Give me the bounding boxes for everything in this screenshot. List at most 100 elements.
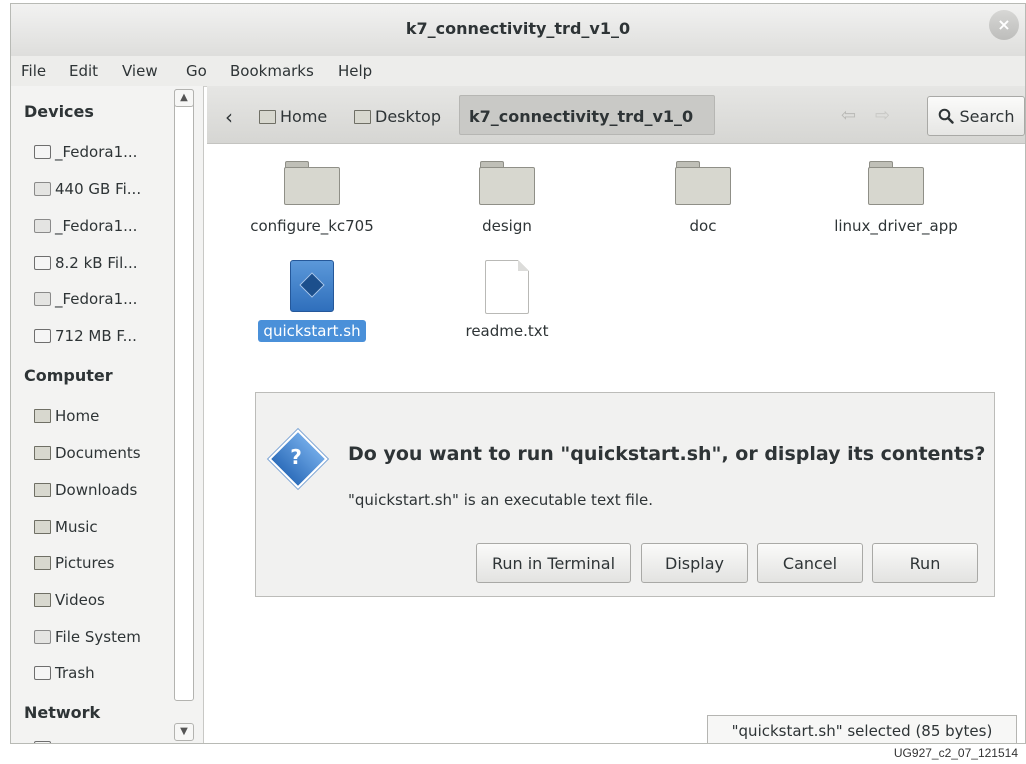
sidebar-item-label: Home: [55, 407, 100, 425]
run-or-display-dialog: ? Do you want to run "quickstart.sh", or…: [255, 392, 995, 597]
sidebar-item-label: _Fedora1...: [55, 290, 138, 308]
sidebar-item-label: Pictures: [55, 554, 115, 572]
menu-help[interactable]: Help: [338, 62, 372, 80]
sidebar-item-videos[interactable]: Videos: [34, 586, 105, 614]
run-in-terminal-button[interactable]: Run in Terminal: [476, 543, 631, 583]
back-button[interactable]: ‹: [225, 105, 233, 129]
scroll-down-button[interactable]: ▼: [174, 723, 194, 741]
sidebar-item-label: Music: [55, 518, 98, 536]
breadcrumb-home[interactable]: Home: [259, 107, 327, 126]
network-icon: [34, 741, 51, 743]
drive-icon: [34, 182, 51, 196]
sidebar-scrollbar[interactable]: [174, 89, 194, 701]
folder-icon: [868, 161, 924, 205]
sidebar-item-network[interactable]: [34, 730, 55, 743]
breadcrumb-desktop[interactable]: Desktop: [354, 107, 441, 126]
file-item-quickstart-sh[interactable]: quickstart.sh: [222, 260, 402, 342]
file-item-design[interactable]: design: [417, 161, 597, 237]
history-back-icon[interactable]: ⇦: [841, 105, 856, 126]
home-folder-icon: [259, 109, 276, 124]
menu-view[interactable]: View: [122, 62, 158, 80]
trash-icon: [34, 666, 51, 680]
file-item-doc[interactable]: doc: [613, 161, 793, 237]
display-button[interactable]: Display: [641, 543, 748, 583]
videos-folder-icon: [34, 593, 51, 607]
sidebar-item-label: File System: [55, 628, 141, 646]
downloads-folder-icon: [34, 483, 51, 497]
breadcrumb-label: Desktop: [375, 107, 441, 126]
status-bar: "quickstart.sh" selected (85 bytes): [707, 715, 1017, 743]
sidebar-heading-network: Network: [24, 703, 101, 722]
file-item-configure-kc705[interactable]: configure_kc705: [222, 161, 402, 237]
file-item-readme-txt[interactable]: readme.txt: [417, 260, 597, 342]
sidebar-item-label: 712 MB F...: [55, 327, 137, 345]
menu-bookmarks[interactable]: Bookmarks: [230, 62, 314, 80]
file-system-icon: [34, 630, 51, 644]
drive-icon: [34, 219, 51, 233]
history-forward-icon[interactable]: ⇨: [875, 105, 890, 126]
text-file-icon: [485, 260, 529, 314]
drive-icon: [34, 256, 51, 270]
file-name: doc: [689, 217, 717, 235]
cancel-button[interactable]: Cancel: [757, 543, 863, 583]
folder-icon: [284, 161, 340, 205]
pictures-folder-icon: [34, 556, 51, 570]
documents-folder-icon: [34, 446, 51, 460]
file-name: linux_driver_app: [834, 217, 958, 235]
sidebar-item-label: Downloads: [55, 481, 138, 499]
sidebar-item-home[interactable]: Home: [34, 402, 99, 430]
sidebar-item-label: Trash: [55, 664, 95, 682]
question-mark: ?: [290, 445, 302, 469]
file-name: readme.txt: [465, 322, 549, 340]
sidebar-item-downloads[interactable]: Downloads: [34, 476, 137, 504]
sidebar-item-device[interactable]: 712 MB F...: [34, 322, 137, 350]
script-file-icon: [290, 260, 334, 312]
run-button[interactable]: Run: [872, 543, 978, 583]
sidebar-item-label: 440 GB Fi...: [55, 180, 142, 198]
figure-caption: UG927_c2_07_121514: [893, 746, 1018, 760]
home-folder-icon: [34, 409, 51, 423]
search-label: Search: [959, 106, 1015, 126]
sidebar-item-device[interactable]: 440 GB Fi...: [34, 175, 141, 203]
sidebar-item-label: 8.2 kB Fil...: [55, 254, 138, 272]
desktop-folder-icon: [354, 109, 371, 124]
menu-file[interactable]: File: [21, 62, 46, 80]
menu-go[interactable]: Go: [186, 62, 207, 80]
sidebar-item-label: Documents: [55, 444, 141, 462]
sidebar-item-file-system[interactable]: File System: [34, 623, 141, 651]
file-manager-window: k7_connectivity_trd_v1_0 × File Edit Vie…: [10, 3, 1026, 744]
sidebar-item-device[interactable]: 8.2 kB Fil...: [34, 249, 138, 277]
sidebar-item-device[interactable]: _Fedora1...: [34, 212, 137, 240]
toolbar: ‹ Home Desktop k7_connectivity_trd_v1_0 …: [207, 86, 1025, 144]
file-item-linux-driver-app[interactable]: linux_driver_app: [806, 161, 986, 237]
file-name: design: [482, 217, 532, 235]
sidebar-item-label: Videos: [55, 591, 105, 609]
sidebar-item-music[interactable]: Music: [34, 513, 98, 541]
sidebar-item-label: _Fedora1...: [55, 217, 138, 235]
sidebar: Devices _Fedora1... 440 GB Fi... _Fedora…: [11, 86, 204, 743]
music-folder-icon: [34, 520, 51, 534]
scroll-up-button[interactable]: ▲: [174, 89, 194, 107]
sidebar-item-documents[interactable]: Documents: [34, 439, 141, 467]
menu-edit[interactable]: Edit: [69, 62, 98, 80]
sidebar-item-device[interactable]: _Fedora1...: [34, 285, 137, 313]
window-title: k7_connectivity_trd_v1_0: [405, 19, 631, 38]
drive-icon: [34, 329, 51, 343]
sidebar-item-device[interactable]: _Fedora1...: [34, 138, 137, 166]
sidebar-heading-devices: Devices: [24, 102, 94, 121]
file-name: quickstart.sh: [258, 320, 366, 342]
search-button[interactable]: Search: [927, 96, 1025, 136]
menu-bar: File Edit View Go Bookmarks Help: [11, 56, 1025, 87]
sidebar-item-trash[interactable]: Trash: [34, 659, 95, 687]
search-icon: [938, 108, 954, 124]
title-bar[interactable]: k7_connectivity_trd_v1_0 ×: [11, 4, 1025, 57]
close-button[interactable]: ×: [989, 10, 1019, 40]
drive-icon: [34, 145, 51, 159]
breadcrumb-label: Home: [280, 107, 328, 126]
dialog-title: Do you want to run "quickstart.sh", or d…: [348, 443, 986, 465]
folder-icon: [675, 161, 731, 205]
sidebar-heading-computer: Computer: [24, 366, 113, 385]
dialog-message: "quickstart.sh" is an executable text fi…: [348, 491, 654, 509]
sidebar-item-pictures[interactable]: Pictures: [34, 549, 114, 577]
breadcrumb-current-label: k7_connectivity_trd_v1_0: [469, 107, 694, 126]
